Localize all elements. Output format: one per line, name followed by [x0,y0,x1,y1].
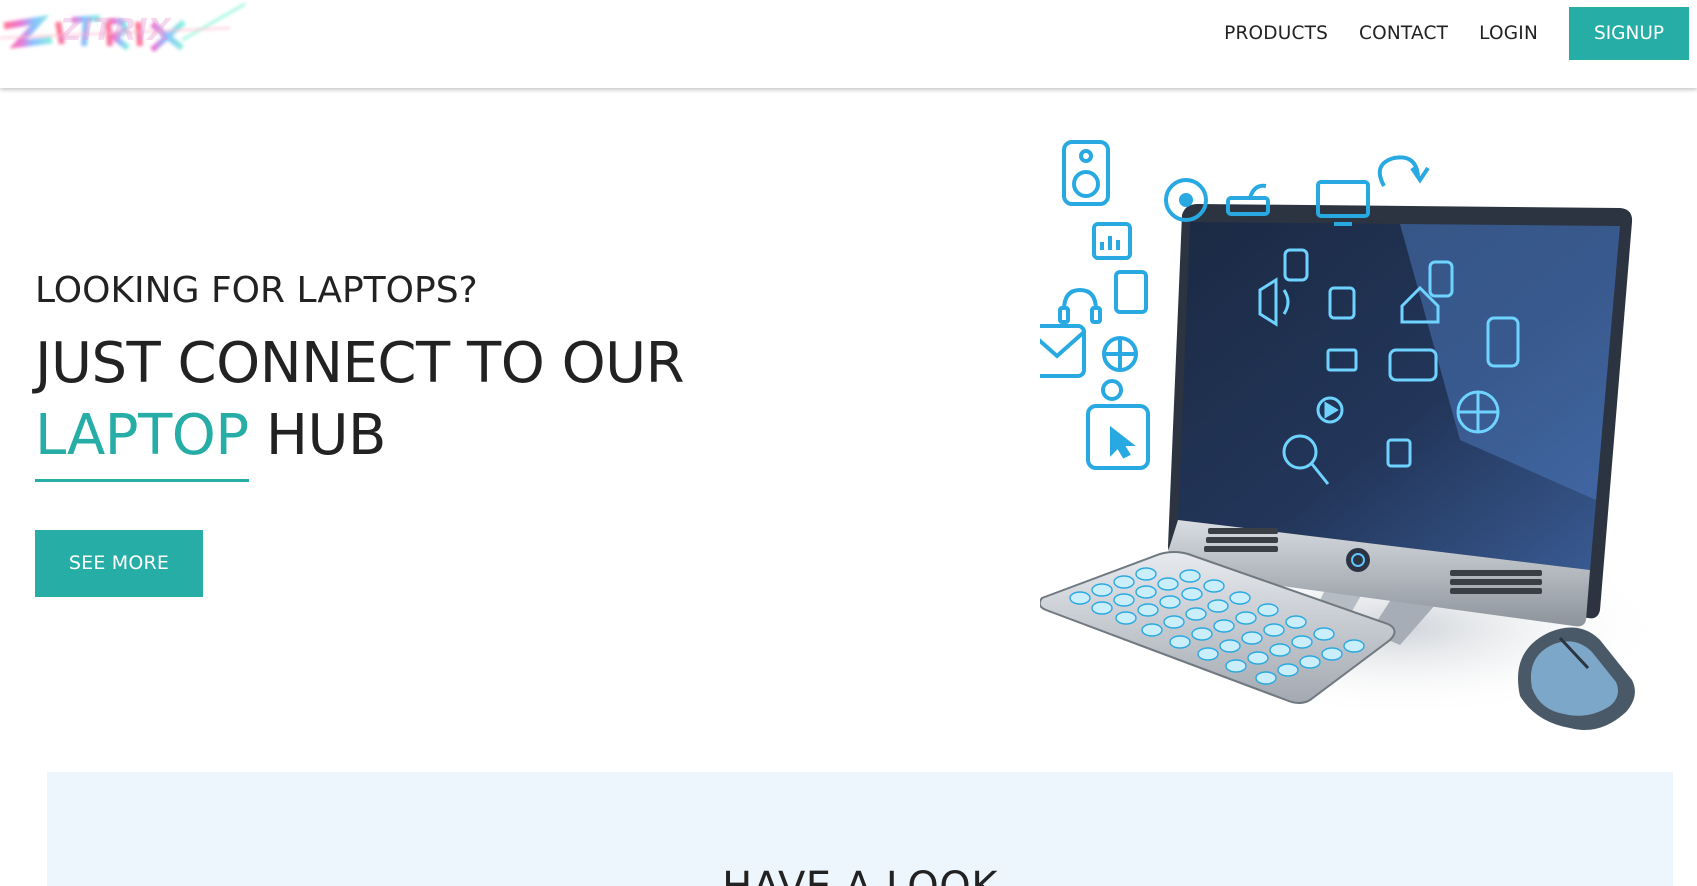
hero-headline-line2: LAPTOP HUB [35,400,684,482]
hero-headline-rest: HUB [248,403,387,468]
main-nav: PRODUCTS CONTACT LOGIN SIGNUP [1224,7,1689,60]
nav-contact-link[interactable]: CONTACT [1359,23,1448,44]
hero-headline-line1: JUST CONNECT TO OUR [35,331,685,396]
brand-logo[interactable]: ZITRIX [0,0,250,66]
see-more-button[interactable]: SEE MORE [35,530,203,597]
signup-button[interactable]: SIGNUP [1569,7,1689,60]
logo-graphic: ZITRIX [0,2,246,53]
power-button-icon [1346,548,1370,572]
site-header: ZITRIX PRODUCTS CONTACT LOGIN SIGNUP [0,0,1697,88]
gear-icon [1101,379,1123,401]
hero-eyebrow: LOOKING FOR LAPTOPS? [35,270,478,311]
nav-login-link[interactable]: LOGIN [1479,23,1538,44]
nav-products-link[interactable]: PRODUCTS [1224,23,1328,44]
hero-headline-accent: LAPTOP [35,400,249,482]
speaker-grille-right [1450,570,1542,594]
computer-illustration [1040,140,1670,730]
hero-headline: JUST CONNECT TO OUR LAPTOP HUB [35,328,685,482]
have-a-look-section: HAVE A LOOK [47,772,1673,886]
section-title: HAVE A LOOK [47,864,1673,886]
svg-text:ZITRIX: ZITRIX [59,13,173,48]
speaker-grille-left [1204,528,1278,552]
sd-card-icon [1114,270,1148,314]
